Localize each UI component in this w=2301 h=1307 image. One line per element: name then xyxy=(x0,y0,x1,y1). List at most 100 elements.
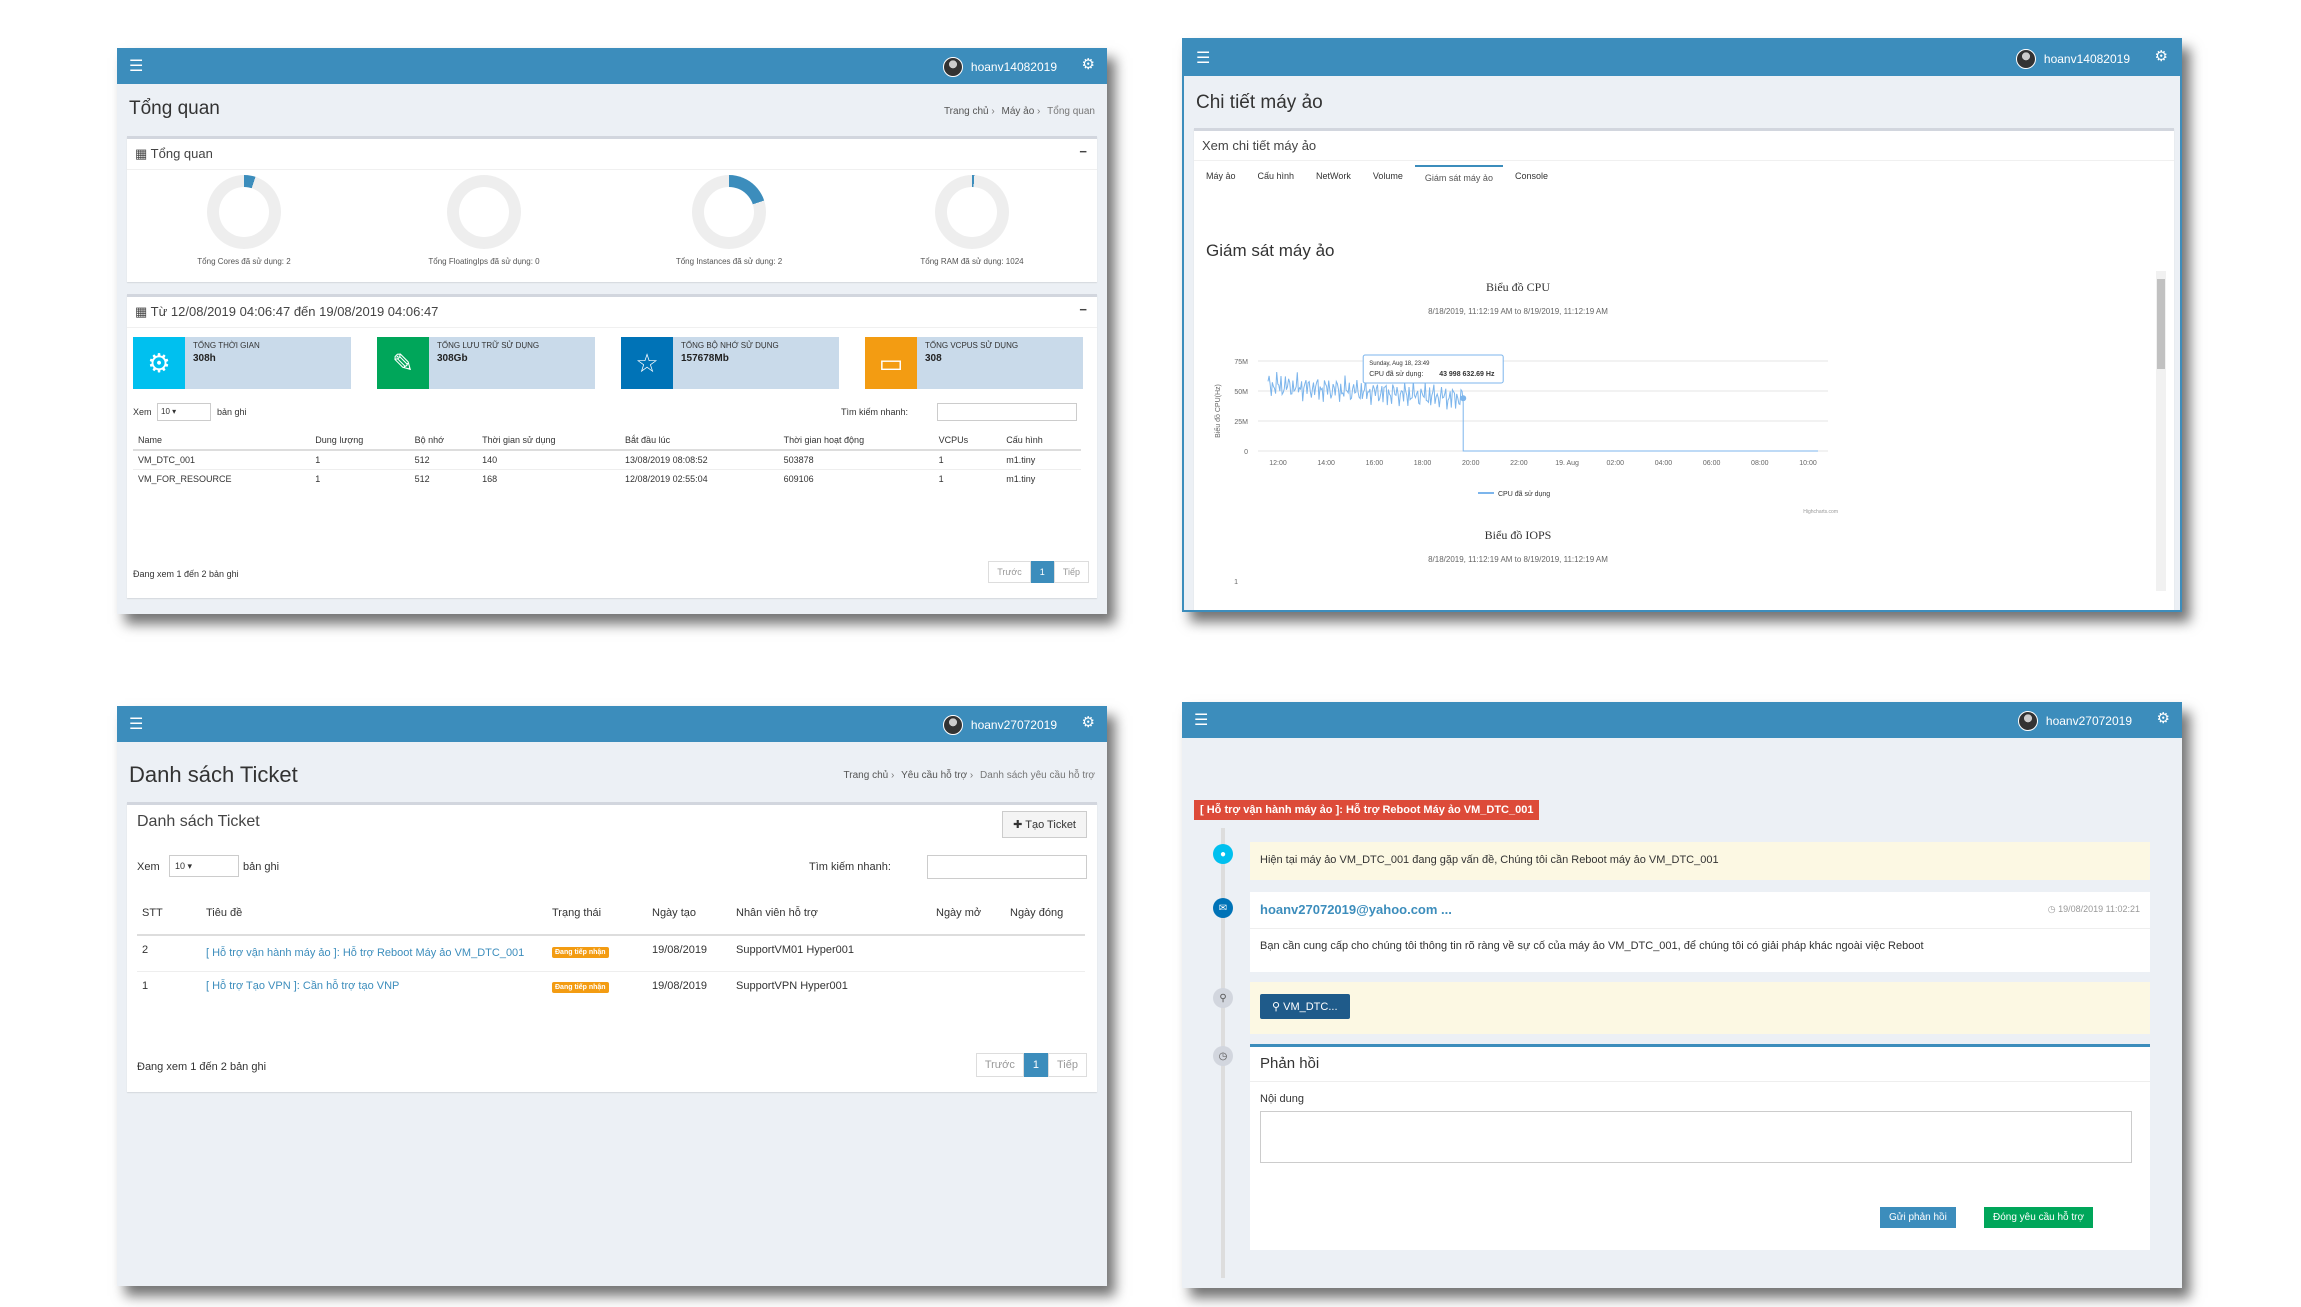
tab-vm[interactable]: Máy ảo xyxy=(1196,165,1246,189)
tab-console[interactable]: Console xyxy=(1505,165,1558,189)
col-vcpus[interactable]: VCPUs xyxy=(933,431,1002,451)
ticket-title-link[interactable]: [ Hỗ trợ Tạo VPN ]: Cần hỗ trợ tạo VNP xyxy=(206,980,399,992)
pagination: Trước 1 Tiếp xyxy=(988,561,1089,583)
user-menu[interactable]: hoanv27072019 xyxy=(2017,711,2132,731)
x-tick-label: 04:00 xyxy=(1655,460,1673,467)
col-name[interactable]: Name xyxy=(133,431,311,451)
col-staff[interactable]: Nhân viên hỗ trợ xyxy=(731,891,931,936)
info-total-time: ⚙ Tổng thời gian 308h xyxy=(133,337,351,389)
breadcrumb-support[interactable]: Yêu cầu hỗ trợ xyxy=(901,770,967,781)
cell: 2 xyxy=(137,934,201,972)
next-page-button[interactable]: Tiếp xyxy=(1048,1053,1087,1077)
vm-usage-table: Name Dung lượng Bộ nhớ Thời gian sử dụng Bắt… xyxy=(133,431,1081,488)
settings-gear-icon[interactable]: ⚙ xyxy=(1082,55,1095,73)
y-tick-label: 50M xyxy=(1234,389,1248,396)
breadcrumb-current: Danh sách yêu cầu hỗ trợ xyxy=(980,770,1095,781)
vm-tabs: Máy ảo Cấu hình NetWork Volume Giám sát … xyxy=(1196,165,1560,189)
overview-box-header: ▦ Tổng quan − xyxy=(127,139,1097,170)
breadcrumb-vm[interactable]: Máy ảo xyxy=(1001,106,1034,117)
content-label: Nội dung xyxy=(1260,1093,1305,1105)
col-title[interactable]: Tiêu đề xyxy=(201,891,547,936)
cpu-series-line xyxy=(1267,371,1818,452)
sender-email[interactable]: hoanv27072019@yahoo.com ... xyxy=(1260,902,1452,917)
settings-gear-icon[interactable]: ⚙ xyxy=(2157,709,2170,727)
x-tick-label: 14:00 xyxy=(1317,460,1335,467)
col-opened[interactable]: Ngày mở xyxy=(931,891,1005,936)
ticket-message: Hiện tại máy ảo VM_DTC_001 đang gặp vấn … xyxy=(1250,842,2150,880)
floatingips-label: Tổng FloatingIps đã sử dụng: 0 xyxy=(428,257,540,266)
section-title: Giám sát máy ảo xyxy=(1206,241,1335,260)
cores-label: Tổng Cores đã sử dụng: 2 xyxy=(197,257,291,266)
ticket-title-link[interactable]: [ Hỗ trợ vận hành máy ảo ]: Hỗ trợ Reboo… xyxy=(206,947,524,959)
col-flavor[interactable]: Cấu hình xyxy=(1001,431,1081,451)
tab-config[interactable]: Cấu hình xyxy=(1248,165,1305,189)
menu-toggle-icon[interactable]: ☰ xyxy=(1196,48,1210,68)
y-tick-label: 0 xyxy=(1244,449,1248,456)
col-uptime[interactable]: Thời gian hoạt động xyxy=(778,431,934,451)
ticket-box: Danh sách Ticket ✚ Tạo Ticket Xem 10 ▾ b… xyxy=(127,802,1097,1092)
settings-gear-icon[interactable]: ⚙ xyxy=(2155,47,2168,65)
breadcrumb-home[interactable]: Trang chủ xyxy=(844,770,889,781)
info-label: Tổng lưu trữ sử dụng xyxy=(437,341,540,350)
y-axis-title: Biểu đồ CPU(Hz) xyxy=(1213,384,1222,438)
menu-toggle-icon[interactable]: ☰ xyxy=(129,56,143,76)
attachment-item: ⚲ VM_DTC... xyxy=(1250,982,2150,1034)
magic-wand-icon: ✎ xyxy=(377,337,429,389)
create-ticket-button[interactable]: ✚ Tạo Ticket xyxy=(1002,811,1087,838)
instances-donut xyxy=(692,175,766,249)
col-status[interactable]: Trạng thái xyxy=(547,891,647,936)
col-created[interactable]: Ngày tạo xyxy=(647,891,731,936)
overview-box-title: Tổng quan xyxy=(150,146,213,161)
user-menu[interactable]: hoanv14082019 xyxy=(2015,49,2130,69)
tab-volume[interactable]: Volume xyxy=(1363,165,1413,189)
tooltip-series-name: CPU đã sử dụng: xyxy=(1369,370,1423,378)
prev-page-button[interactable]: Trước xyxy=(975,1053,1024,1077)
info-value: 308Gb xyxy=(437,353,468,364)
page-1-button[interactable]: 1 xyxy=(1030,561,1054,583)
col-start[interactable]: Bắt đầu lúc xyxy=(620,431,779,451)
close-ticket-button[interactable]: Đóng yêu cầu hỗ trợ xyxy=(1984,1207,2094,1228)
page-size-select[interactable]: 10 ▾ xyxy=(157,403,211,421)
tab-monitoring[interactable]: Giám sát máy ảo xyxy=(1414,165,1503,189)
breadcrumb-home[interactable]: Trang chủ xyxy=(944,106,989,117)
user-icon: ● xyxy=(1213,844,1233,864)
vm-detail-box: Xem chi tiết máy ảo Máy ảo Cấu hình NetW… xyxy=(1194,128,2174,610)
cell: 13/08/2019 08:08:52 xyxy=(620,449,779,470)
search-input[interactable] xyxy=(927,855,1087,879)
collapse-icon[interactable]: − xyxy=(1079,302,1087,317)
cell: 503878 xyxy=(778,449,934,470)
attachment-button[interactable]: ⚲ VM_DTC... xyxy=(1260,994,1350,1019)
hdd-icon: ▭ xyxy=(865,337,917,389)
y-tick-label: 25M xyxy=(1234,419,1248,426)
x-tick-label: 06:00 xyxy=(1703,460,1721,467)
paperclip-icon: ⚲ xyxy=(1213,988,1233,1008)
cell: SupportVM01 Hyper001 xyxy=(731,934,931,972)
scrollbar-thumb[interactable] xyxy=(2157,279,2165,369)
info-value: 308 xyxy=(925,353,942,364)
col-usage-time[interactable]: Thời gian sử dụng xyxy=(477,431,621,451)
settings-gear-icon[interactable]: ⚙ xyxy=(1082,713,1095,731)
col-closed[interactable]: Ngày đóng xyxy=(1005,891,1085,936)
collapse-icon[interactable]: − xyxy=(1079,144,1087,159)
chart-scrollbar[interactable] xyxy=(2156,271,2166,591)
prev-page-button[interactable]: Trước xyxy=(988,561,1031,583)
send-feedback-button[interactable]: Gửi phản hồi xyxy=(1880,1207,1956,1228)
menu-toggle-icon[interactable]: ☰ xyxy=(1194,710,1208,730)
pagination: Trước 1 Tiếp xyxy=(975,1053,1087,1077)
tab-network[interactable]: NetWork xyxy=(1306,165,1361,189)
user-menu[interactable]: hoanv27072019 xyxy=(942,715,1057,735)
page-1-button[interactable]: 1 xyxy=(1023,1053,1048,1077)
content-textarea[interactable] xyxy=(1260,1111,2132,1163)
search-label: Tìm kiếm nhanh: xyxy=(809,861,891,873)
col-disk[interactable]: Dung lượng xyxy=(310,431,410,451)
menu-toggle-icon[interactable]: ☰ xyxy=(129,714,143,734)
col-stt[interactable]: STT xyxy=(137,891,201,936)
next-page-button[interactable]: Tiếp xyxy=(1053,561,1089,583)
legend-label: CPU đã sử dụng xyxy=(1498,490,1550,498)
page-size-select[interactable]: 10 ▾ xyxy=(169,855,239,877)
col-memory[interactable]: Bộ nhớ xyxy=(409,431,478,451)
search-input[interactable] xyxy=(937,403,1077,421)
cell: SupportVPN Hyper001 xyxy=(731,970,931,1000)
usage-box: ▦ Từ 12/08/2019 04:06:47 đến 19/08/2019 … xyxy=(127,294,1097,598)
user-menu[interactable]: hoanv14082019 xyxy=(942,57,1057,77)
